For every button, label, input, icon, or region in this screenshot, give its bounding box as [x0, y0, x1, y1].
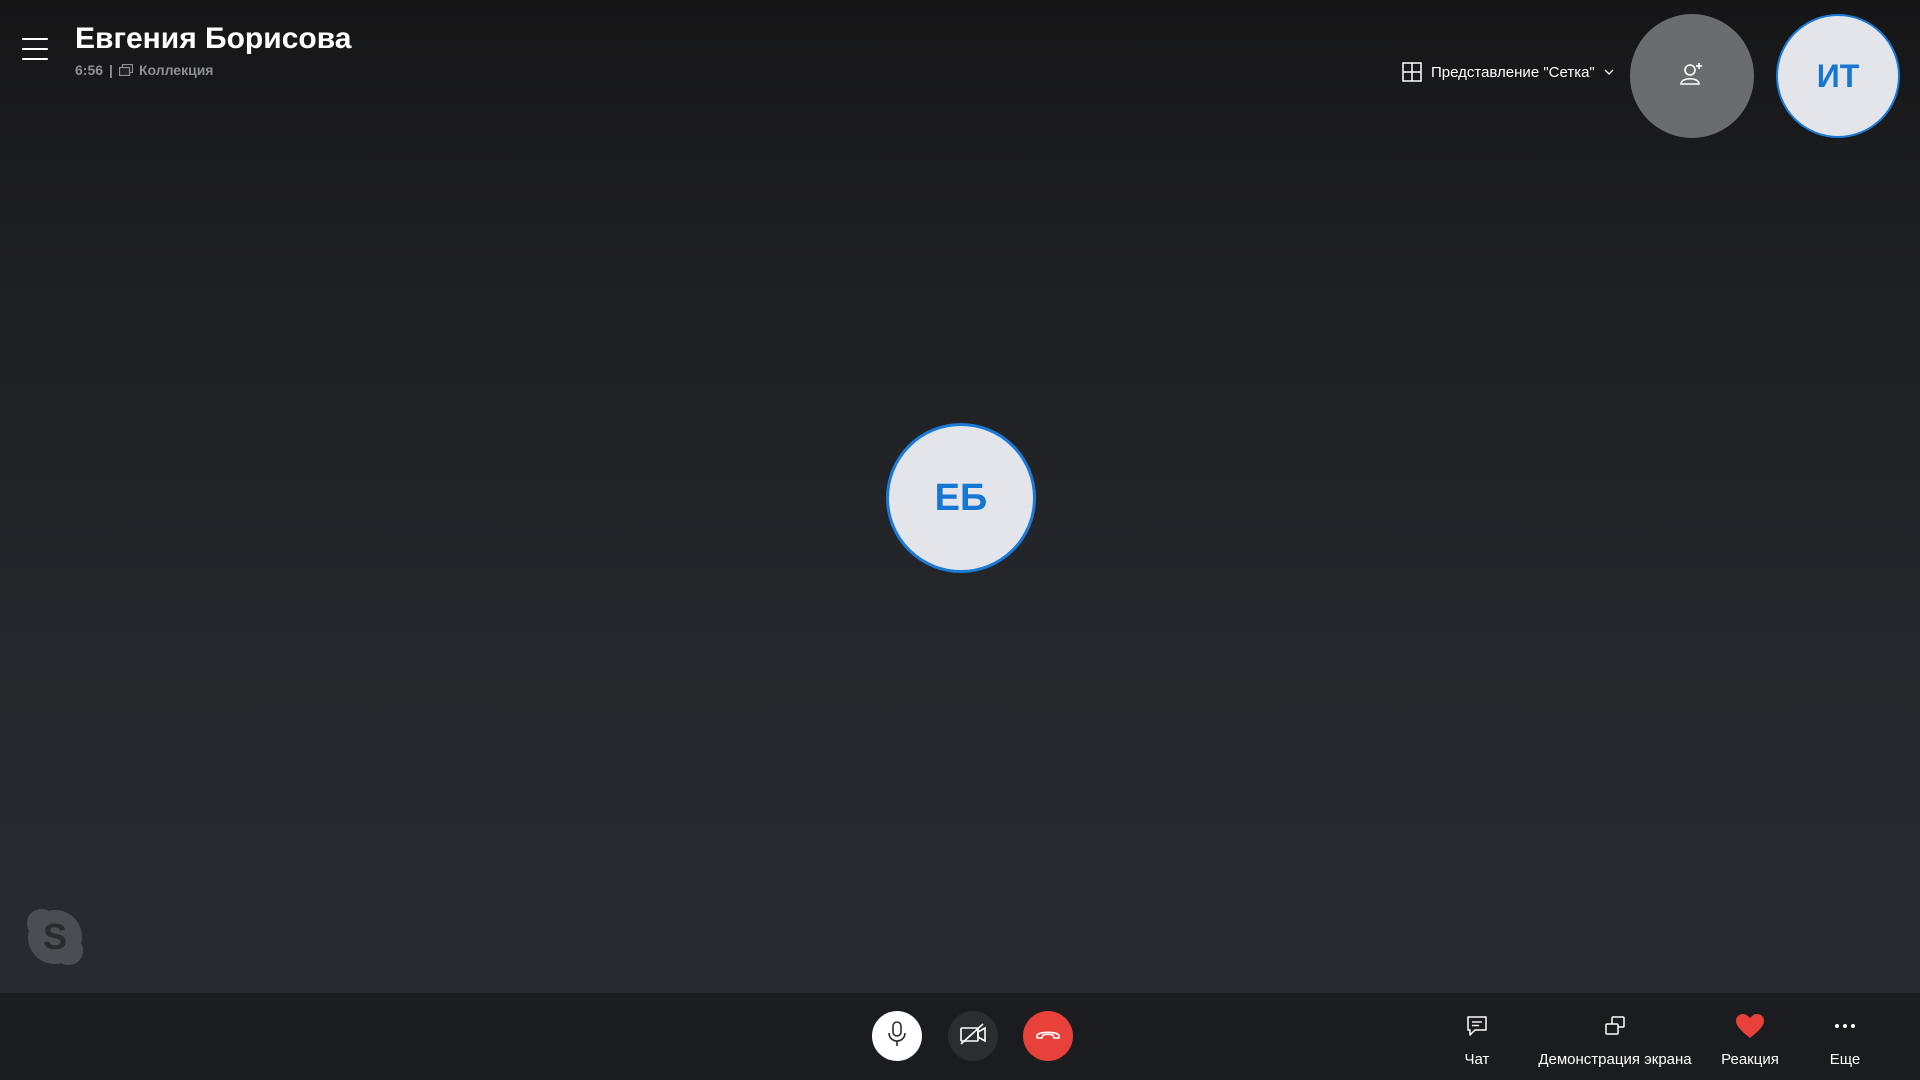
- heart-icon: [1735, 1013, 1765, 1039]
- end-call-icon: [1035, 1027, 1061, 1046]
- svg-text:S: S: [43, 916, 67, 957]
- chat-button[interactable]: Чат: [1452, 1013, 1502, 1068]
- grid-icon: [1402, 62, 1422, 82]
- share-screen-button[interactable]: Демонстрация экрана: [1530, 1013, 1700, 1068]
- grid-view-toggle[interactable]: Представление "Сетка": [1402, 62, 1614, 82]
- collection-link[interactable]: Коллекция: [139, 62, 214, 78]
- camera-off-icon: [959, 1022, 987, 1051]
- call-meta: 6:56 | Коллекция: [75, 62, 213, 78]
- chat-label: Чат: [1464, 1051, 1490, 1068]
- hamburger-icon: [22, 38, 48, 40]
- share-screen-icon: [1604, 1013, 1626, 1039]
- meta-separator: |: [109, 62, 113, 78]
- self-avatar[interactable]: ИТ: [1776, 14, 1900, 138]
- more-label: Еще: [1829, 1051, 1861, 1068]
- reaction-label: Реакция: [1721, 1051, 1779, 1068]
- microphone-icon: [886, 1020, 908, 1052]
- chevron-down-icon: [1604, 68, 1614, 76]
- call-duration: 6:56: [75, 62, 104, 78]
- gallery-icon: [118, 64, 133, 76]
- camera-button[interactable]: [948, 1011, 998, 1061]
- call-controls-bar: Чат Демонстрация экрана Реакция Еще: [0, 993, 1920, 1080]
- participant-avatar: ЕБ: [886, 423, 1036, 573]
- view-toggle-label: Представление "Сетка": [1431, 63, 1595, 81]
- menu-button[interactable]: [20, 36, 50, 62]
- skype-logo: S: [24, 906, 86, 968]
- microphone-button[interactable]: [872, 1011, 922, 1061]
- reaction-button[interactable]: Реакция: [1710, 1013, 1790, 1068]
- add-participant-button[interactable]: [1630, 14, 1754, 138]
- chat-icon: [1466, 1013, 1488, 1039]
- more-button[interactable]: Еще: [1820, 1013, 1870, 1068]
- add-person-icon: [1678, 60, 1706, 93]
- end-call-button[interactable]: [1023, 1011, 1073, 1061]
- more-icon: [1834, 1013, 1856, 1039]
- share-screen-label: Демонстрация экрана: [1538, 1051, 1692, 1068]
- call-title: Евгения Борисова: [75, 22, 352, 55]
